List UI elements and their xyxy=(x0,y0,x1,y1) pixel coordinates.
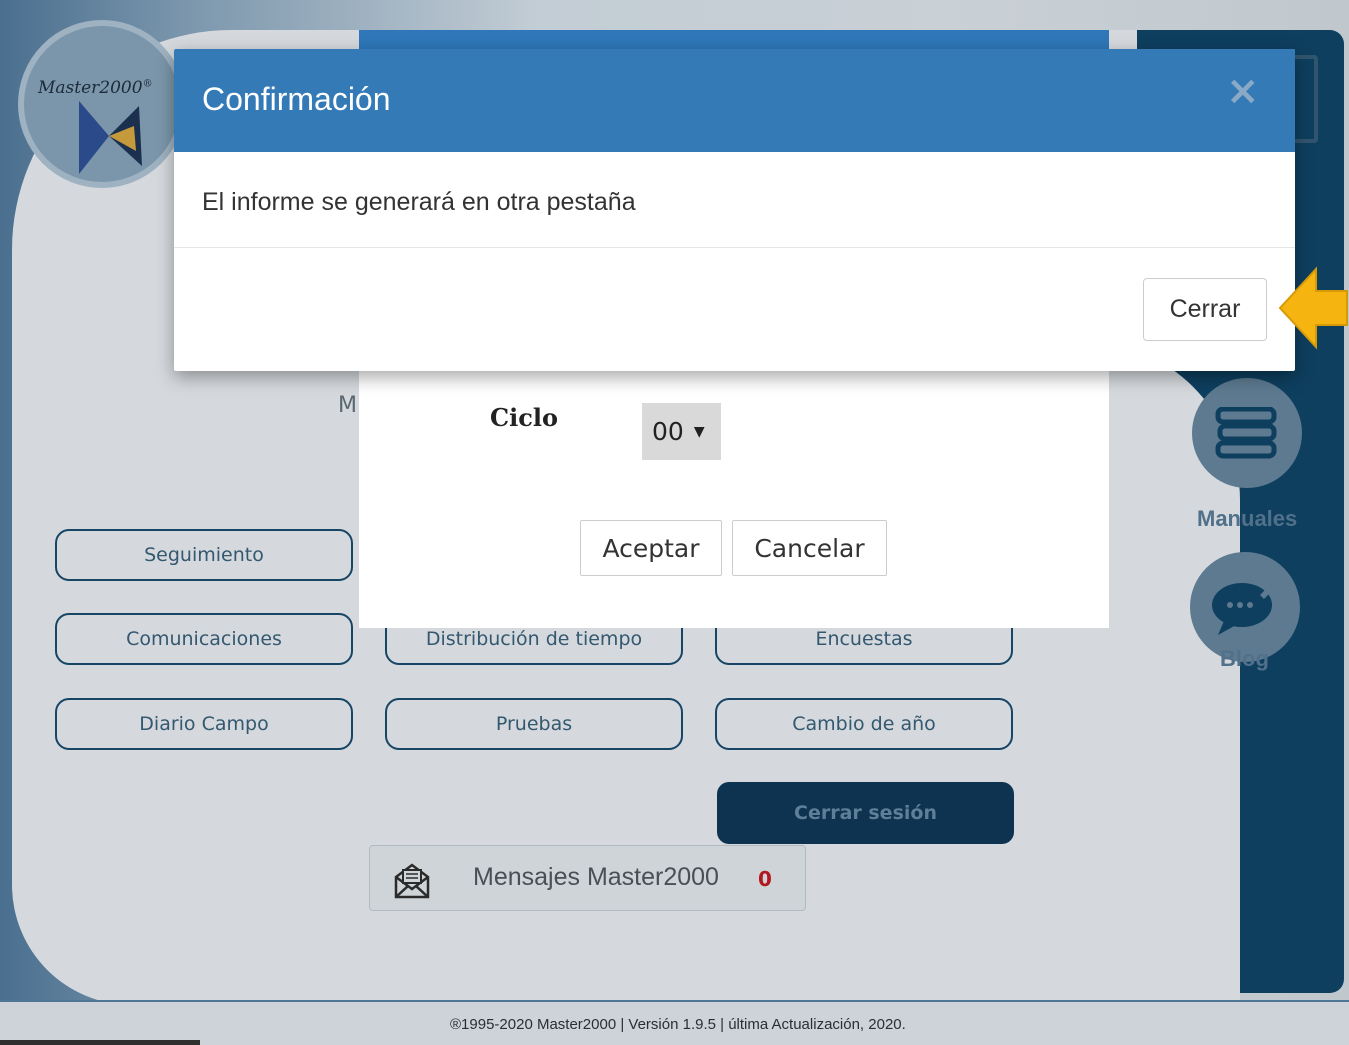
manuales-label[interactable]: Manuales xyxy=(1197,506,1297,532)
modal-close-button[interactable]: Cerrar xyxy=(1143,278,1267,341)
modal-body: El informe se generará en otra pestaña xyxy=(174,152,1295,248)
footer-scroll-strip xyxy=(0,1040,200,1045)
pruebas-button[interactable]: Pruebas xyxy=(385,698,683,750)
ciclo-select[interactable]: 00 ▼ xyxy=(642,403,721,460)
ciclo-label: Ciclo xyxy=(490,403,558,432)
modal-header: Confirmación × xyxy=(174,49,1295,152)
envelope-icon xyxy=(394,863,430,899)
close-icon[interactable]: × xyxy=(1226,71,1260,111)
dropdown-arrow-icon: ▼ xyxy=(693,423,705,440)
messages-label: Mensajes Master2000 xyxy=(473,863,719,891)
manuales-icon[interactable] xyxy=(1192,378,1302,488)
confirmation-modal: Confirmación × El informe se generará en… xyxy=(174,49,1295,371)
chat-bubble-icon xyxy=(1212,581,1278,635)
messages-button[interactable]: Mensajes Master2000 0 xyxy=(369,845,806,911)
modal-message: El informe se generará en otra pestaña xyxy=(202,188,636,216)
footer: ®1995-2020 Master2000 | Versión 1.9.5 | … xyxy=(0,1000,1349,1045)
books-icon xyxy=(1215,407,1277,459)
report-dialog-header xyxy=(359,30,1109,50)
messages-count-badge: 0 xyxy=(758,867,772,891)
accept-button[interactable]: Aceptar xyxy=(580,520,722,576)
logo-text: Master2000® xyxy=(38,78,153,98)
cambio-anio-button[interactable]: Cambio de año xyxy=(715,698,1013,750)
footer-text: ®1995-2020 Master2000 | Versión 1.9.5 | … xyxy=(450,1016,906,1033)
partial-text: M xyxy=(338,393,357,418)
app-logo: Master2000® xyxy=(18,20,186,188)
cancel-button[interactable]: Cancelar xyxy=(732,520,887,576)
diario-campo-button[interactable]: Diario Campo xyxy=(55,698,353,750)
logo-mark-icon xyxy=(79,101,142,174)
logout-button[interactable]: Cerrar sesión xyxy=(717,782,1014,844)
ciclo-select-value: 00 xyxy=(652,417,684,446)
pointer-arrow-icon xyxy=(1278,266,1348,350)
blog-label[interactable]: Blog xyxy=(1220,646,1269,672)
modal-title: Confirmación xyxy=(202,81,391,117)
seguimiento-button[interactable]: Seguimiento xyxy=(55,529,353,581)
comunicaciones-button[interactable]: Comunicaciones xyxy=(55,613,353,665)
